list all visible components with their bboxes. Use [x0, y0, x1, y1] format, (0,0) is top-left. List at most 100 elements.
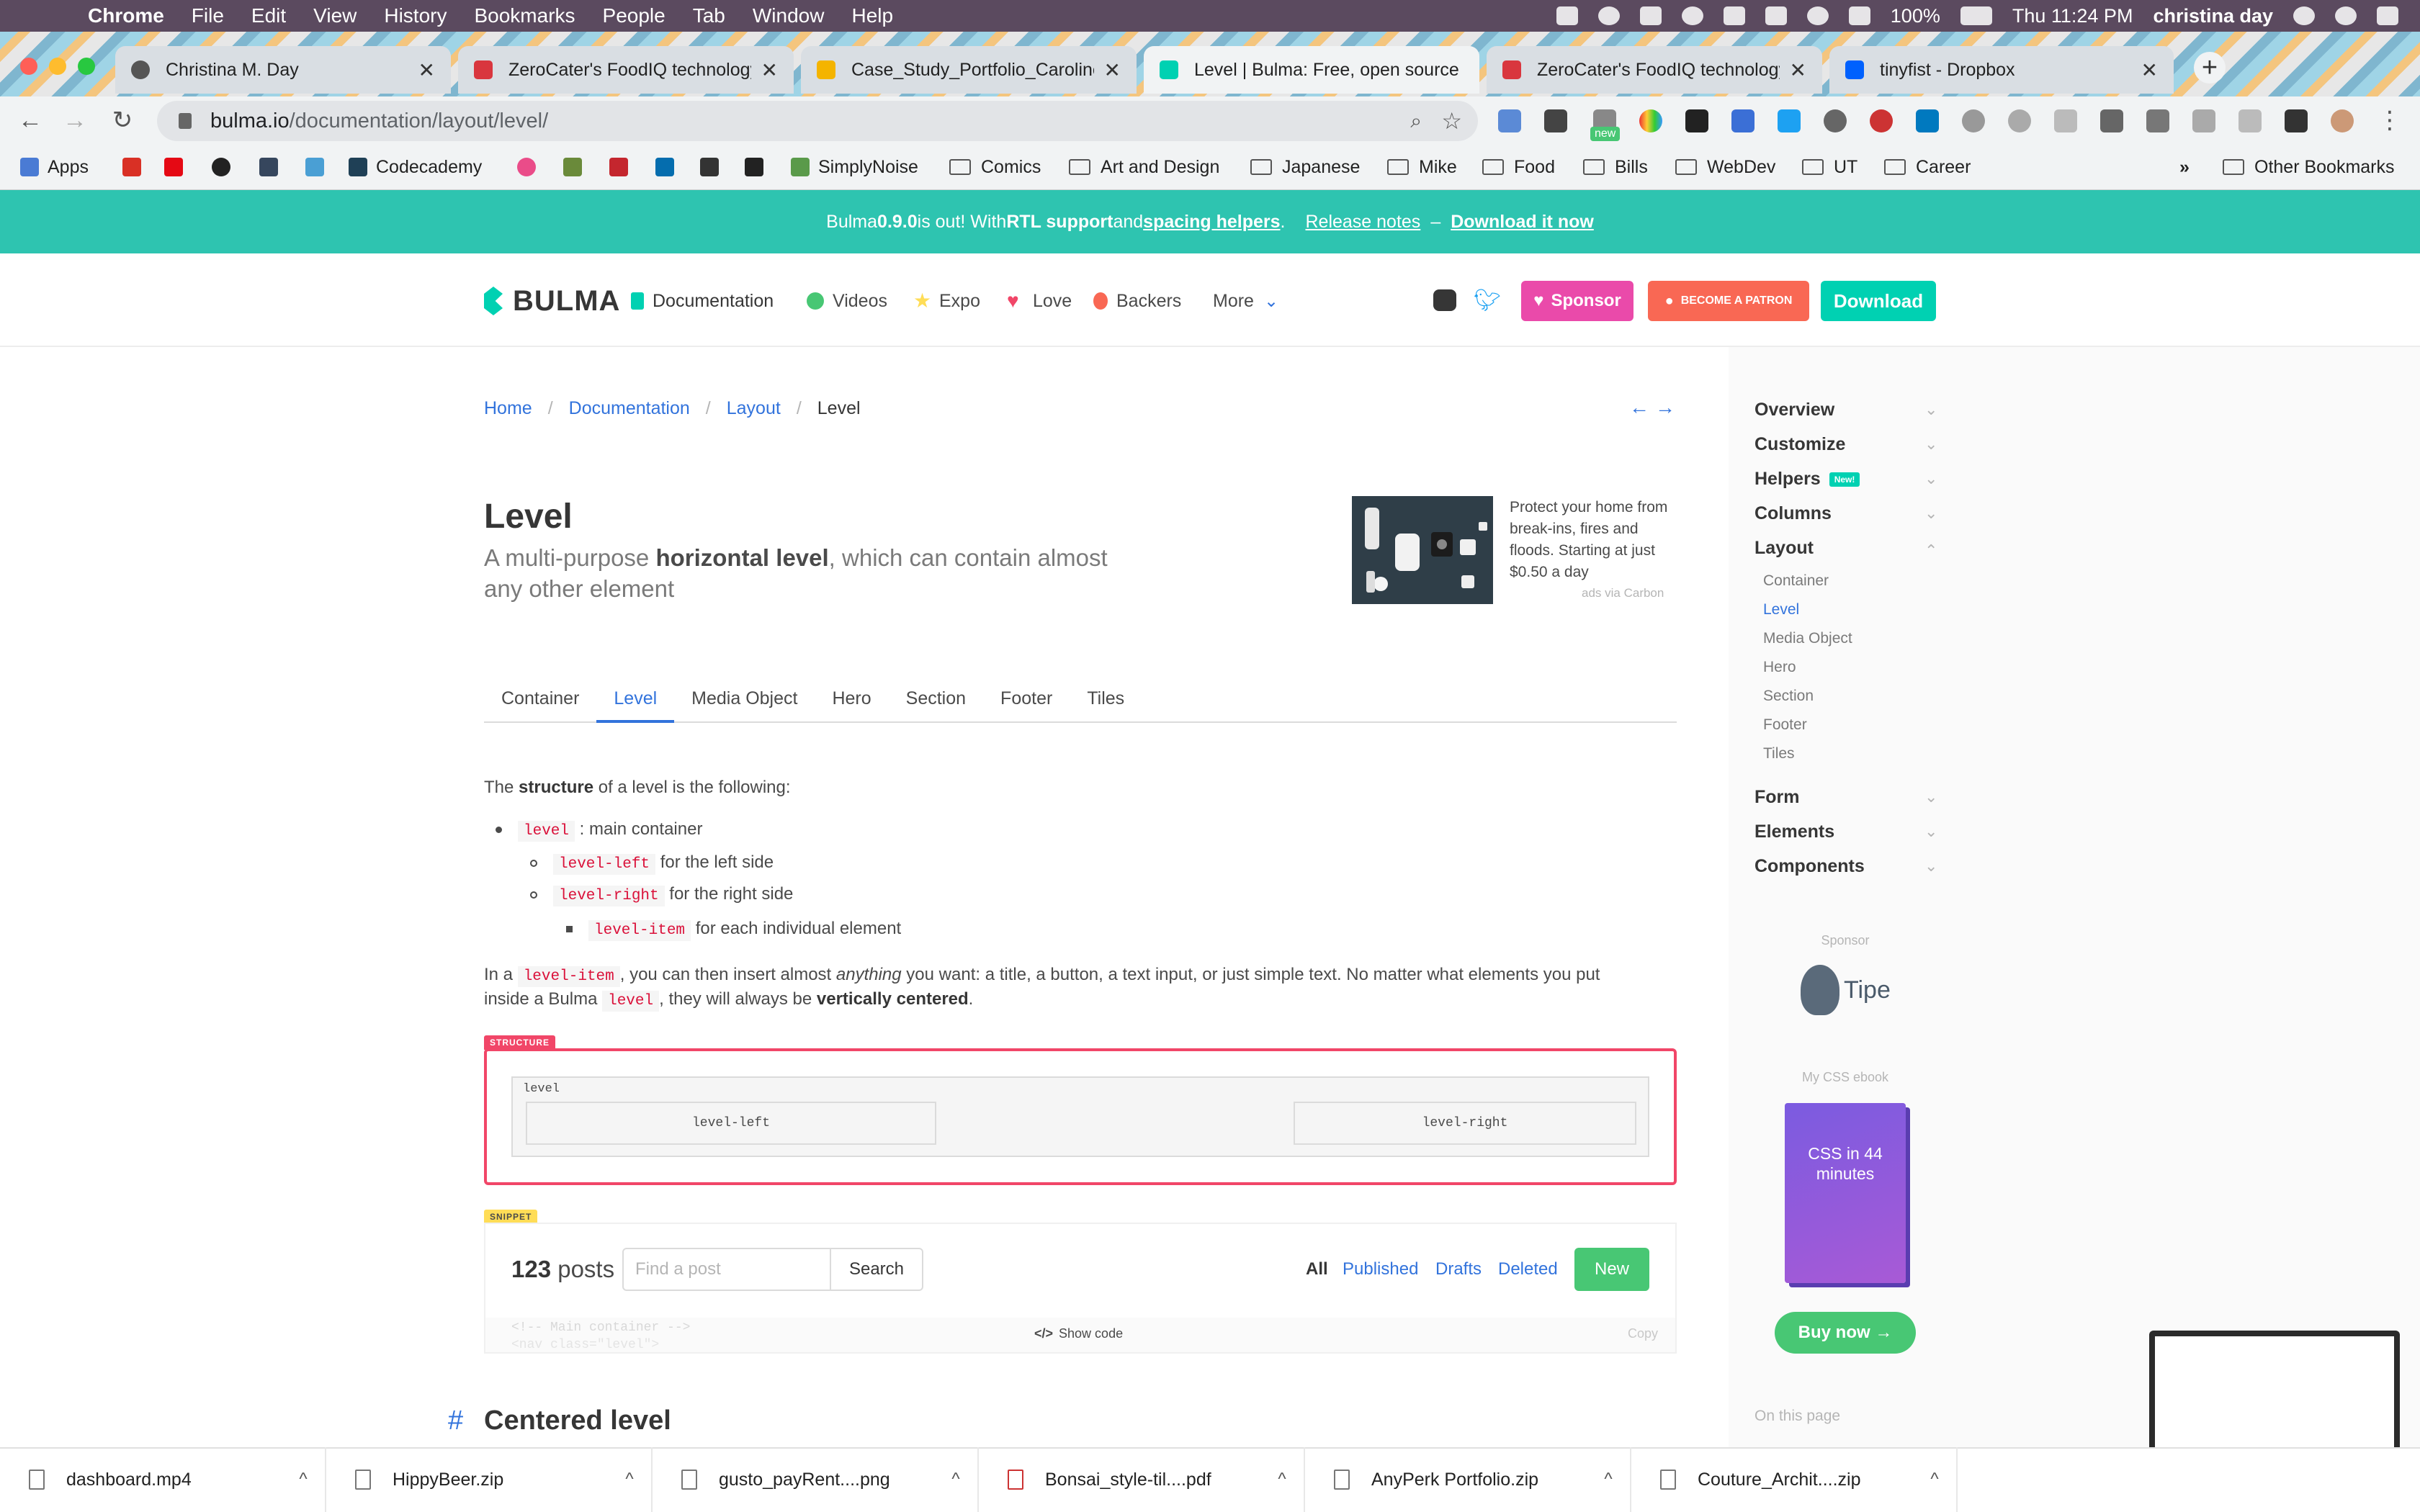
chevron-down-icon[interactable]: ⌄ [1924, 400, 1937, 419]
sidebar-elements[interactable]: Elements [1754, 822, 1834, 842]
find-post-input[interactable]: Find a post [622, 1248, 831, 1291]
twitter-extension-icon[interactable] [1778, 109, 1801, 132]
nav-documentation[interactable]: Documentation [631, 288, 774, 314]
forward-arrow-icon[interactable]: → [59, 104, 91, 136]
tab-hero[interactable]: Hero [815, 677, 888, 723]
download-item[interactable]: HippyBeer.zip ^ [326, 1447, 653, 1512]
menu-people[interactable]: People [603, 4, 666, 27]
menu-bookmarks[interactable]: Bookmarks [474, 4, 575, 27]
tab-container[interactable]: Container [484, 677, 596, 723]
chevron-down-icon[interactable]: ⌄ [1924, 822, 1937, 841]
filter-published[interactable]: Published [1343, 1259, 1418, 1279]
chevron-up-icon[interactable]: ^ [1587, 1470, 1630, 1490]
tab-level[interactable]: Level [596, 677, 675, 723]
nav-backers[interactable]: Backers [1093, 288, 1181, 314]
close-tab-icon[interactable]: ✕ [418, 58, 435, 82]
checkmark-extension-icon[interactable] [1685, 109, 1708, 132]
chevron-down-icon[interactable]: ⌄ [1924, 435, 1937, 454]
sidebar-item-container[interactable]: Container [1763, 572, 1829, 590]
puzzle-extensions-icon[interactable] [2285, 109, 2308, 132]
bookmark-folder-career[interactable]: Career [1884, 153, 1971, 181]
bookmark-folder-art-and-design[interactable]: Art and Design [1069, 153, 1219, 181]
tab-tiles[interactable]: Tiles [1070, 677, 1142, 723]
browser-tab[interactable]: Christina M. Day ✕ [115, 46, 451, 94]
reload-icon[interactable]: ↻ [107, 104, 138, 136]
menu-user[interactable]: christina day [2153, 5, 2273, 27]
menu-edit[interactable]: Edit [251, 4, 286, 27]
tab-footer[interactable]: Footer [983, 677, 1070, 723]
chevron-down-icon[interactable]: ⌄ [1924, 469, 1937, 488]
download-item[interactable]: AnyPerk Portfolio.zip ^ [1305, 1447, 1631, 1512]
sidebar-helpers[interactable]: Helpers New! [1754, 469, 1860, 490]
close-window-icon[interactable] [20, 58, 37, 75]
sync-icon[interactable] [1597, 6, 1620, 25]
buy-now-button[interactable]: Buy now → [1775, 1312, 1916, 1354]
tipe-sponsor-logo[interactable]: Tipe [1801, 958, 1894, 1022]
extension-icon[interactable] [2192, 109, 2215, 132]
close-tab-icon[interactable]: ✕ [2141, 58, 2158, 82]
sidebar-item-hero[interactable]: Hero [1763, 659, 1796, 676]
new-post-button[interactable]: New [1574, 1248, 1649, 1291]
bookmark[interactable] [563, 153, 591, 181]
minimize-window-icon[interactable] [49, 58, 66, 75]
browser-tab[interactable]: ZeroCater's FoodIQ technology ✕ [458, 46, 794, 94]
sidebar-overview[interactable]: Overview [1754, 400, 1834, 420]
ad-via-carbon[interactable]: ads via Carbon [1582, 586, 1664, 600]
nav-expo[interactable]: ★ Expo [913, 288, 980, 314]
lock-icon[interactable] [179, 113, 192, 129]
bookmarks-overflow-button[interactable]: » [2179, 153, 2190, 181]
close-tab-icon[interactable]: ✕ [761, 58, 778, 82]
airplay-icon[interactable] [1723, 6, 1745, 25]
chevron-up-icon[interactable]: ^ [282, 1470, 325, 1490]
download-now-link[interactable]: Download it now [1451, 212, 1594, 233]
download-item[interactable]: gusto_payRent....png ^ [653, 1447, 979, 1512]
download-item[interactable]: Bonsai_style-til....pdf ^ [979, 1447, 1305, 1512]
sidebar-item-level[interactable]: Level [1763, 601, 1799, 618]
bookmark[interactable] [609, 153, 637, 181]
menu-tab[interactable]: Tab [693, 4, 725, 27]
siri-icon[interactable] [2335, 6, 2357, 25]
menu-window[interactable]: Window [753, 4, 825, 27]
release-notes-link[interactable]: Release notes [1305, 212, 1420, 233]
sidebar-columns[interactable]: Columns [1754, 503, 1832, 524]
bookmark-codecademy[interactable]: Codecademy [349, 153, 482, 181]
next-page-arrow-icon[interactable]: → [1655, 396, 1675, 419]
extension-icon[interactable] [2100, 109, 2123, 132]
browser-tab[interactable]: ZeroCater's FoodIQ technology ✕ [1487, 46, 1822, 94]
gmail-bookmark[interactable] [122, 153, 150, 181]
bookmark-folder-webdev[interactable]: WebDev [1675, 153, 1775, 181]
extension-icon[interactable] [1824, 109, 1847, 132]
sidebar-layout[interactable]: Layout [1754, 538, 1814, 559]
address-bar[interactable]: bulma.io/documentation/layout/level/ ⌕ ☆ [157, 101, 1478, 141]
spotlight-icon[interactable] [2293, 6, 2315, 25]
breadcrumb-home[interactable]: Home [484, 398, 532, 419]
bookmark[interactable] [745, 153, 772, 181]
menu-file[interactable]: File [192, 4, 224, 27]
download-item[interactable]: Couture_Archit....zip ^ [1631, 1447, 1958, 1512]
bookmark-folder-japanese[interactable]: Japanese [1250, 153, 1360, 181]
wifi-icon[interactable] [1806, 6, 1829, 25]
bookmark-folder-food[interactable]: Food [1482, 153, 1555, 181]
css-ebook-cover[interactable]: CSS in 44 minutes [1785, 1103, 1906, 1283]
menu-help[interactable]: Help [851, 4, 893, 27]
sidebar-item-section[interactable]: Section [1763, 688, 1814, 705]
ad-image[interactable] [1352, 496, 1493, 604]
ad-text[interactable]: Protect your home from break-ins, fires … [1510, 497, 1682, 583]
battery-icon[interactable] [1960, 6, 1992, 25]
download-item[interactable]: dashboard.mp4 ^ [0, 1447, 326, 1512]
vpn-extension-icon[interactable] [1731, 109, 1754, 132]
ai-bookmark[interactable] [305, 153, 333, 181]
chrome-menu-icon[interactable]: ⋮ [2374, 104, 2406, 136]
search-button[interactable]: Search [830, 1248, 923, 1291]
menu-clock[interactable]: Thu 11:24 PM [2012, 5, 2133, 27]
search-icon[interactable]: ⌕ [1410, 109, 1422, 133]
zoom-window-icon[interactable] [78, 58, 95, 75]
extension-icon[interactable] [2238, 109, 2262, 132]
sponsor-button[interactable]: ♥ Sponsor [1521, 281, 1634, 321]
chevron-up-icon[interactable]: ^ [608, 1470, 651, 1490]
previous-page-arrow-icon[interactable]: ← [1629, 396, 1649, 419]
chevron-up-icon[interactable]: ^ [1913, 1470, 1956, 1490]
bookmark-apps[interactable]: Apps [20, 153, 89, 181]
breadcrumb-documentation[interactable]: Documentation [569, 398, 690, 419]
breadcrumb-layout[interactable]: Layout [727, 398, 781, 419]
